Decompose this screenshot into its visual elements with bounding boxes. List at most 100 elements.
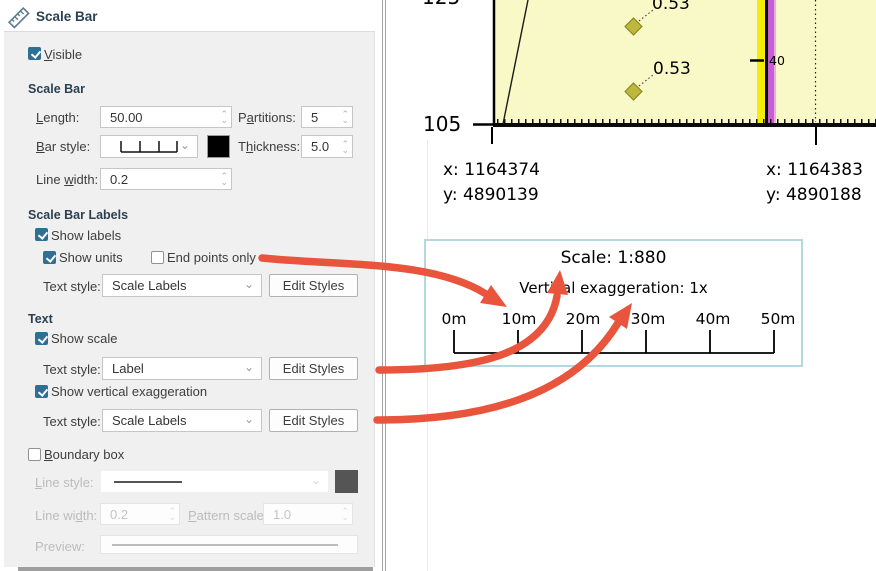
length-label: Length: — [36, 110, 79, 125]
coords-left-y: y: 4890139 — [443, 185, 539, 205]
y-axis-label-top: 125 — [422, 0, 460, 9]
scale-text-style-label: Text style: — [43, 362, 101, 377]
vertical-exaggeration-text: Vertical exaggeration: 1x — [424, 279, 803, 297]
edit-styles-label: Edit Styles — [283, 361, 344, 376]
show-ve-checkbox[interactable] — [35, 385, 48, 398]
visible-label: Visible — [44, 47, 82, 62]
length-value: 50.00 — [110, 110, 143, 125]
line-width-spinner[interactable]: ⌃ ⌄ — [220, 169, 228, 189]
scale-tick-label: 40m — [696, 310, 731, 328]
spinner-down-icon[interactable]: ⌄ — [220, 179, 228, 185]
partitions-spinner[interactable]: ⌃ ⌄ — [341, 107, 349, 127]
check-icon — [37, 333, 47, 344]
partitions-value: 5 — [311, 110, 318, 125]
bar-style-sample — [118, 139, 180, 155]
page-title: Scale Bar — [36, 9, 98, 24]
scale-bar-settings-window: Scale Bar Visible Scale Bar Length: 50.0… — [0, 0, 876, 571]
divider-line — [382, 0, 383, 571]
show-scale-checkbox[interactable] — [35, 332, 48, 345]
labels-edit-styles-button[interactable]: Edit Styles — [269, 274, 358, 297]
text-section-title: Text — [28, 312, 53, 326]
ve-text-style-dropdown[interactable]: Scale Labels ⌄ — [102, 409, 262, 432]
coords-right-y: y: 4890188 — [766, 185, 862, 205]
assay-value-label: 0.53 — [652, 0, 690, 14]
preview-label: Preview: — [35, 539, 85, 554]
ruler-icon — [7, 6, 31, 30]
scale-text-style-value: Label — [112, 361, 144, 376]
pattern-scale-label: Pattern scale: — [188, 508, 268, 523]
pattern-scale-spinner: ⌃ ⌄ — [341, 504, 349, 524]
boundary-line-style-label: Line style: — [35, 475, 94, 490]
length-input[interactable]: 50.00 ⌃ ⌄ — [100, 106, 232, 128]
scale-tick-label: 30m — [631, 310, 666, 328]
visible-checkbox[interactable] — [28, 47, 41, 60]
check-icon — [37, 386, 47, 397]
check-icon — [37, 229, 47, 240]
boundary-line-width-value: 0.2 — [110, 507, 128, 522]
interval-label: 40 — [769, 53, 785, 68]
scale-tick-label: 50m — [761, 310, 796, 328]
line-width-value: 0.2 — [110, 172, 128, 187]
coords-left-x: x: 1164374 — [443, 160, 540, 180]
boundary-line-color-swatch — [335, 470, 358, 493]
show-units-checkbox[interactable] — [43, 251, 56, 264]
bar-style-dropdown[interactable]: ⌄ — [100, 135, 198, 158]
show-units-label: Show units — [59, 250, 123, 265]
show-ve-label: Show vertical exaggeration — [51, 384, 207, 399]
spinner-down-icon: ⌄ — [168, 514, 176, 520]
edit-styles-label: Edit Styles — [283, 278, 344, 293]
boundary-box-checkbox[interactable] — [28, 448, 41, 461]
scale-text: Scale: 1:880 — [424, 248, 803, 268]
pattern-scale-input: 1.0 ⌃ ⌄ — [263, 503, 353, 525]
coords-right-x: x: 1164383 — [766, 160, 863, 180]
scale-tick-label: 20m — [566, 310, 601, 328]
edit-styles-label: Edit Styles — [283, 413, 344, 428]
boundary-line-style-dropdown: ⌄ — [100, 470, 329, 493]
scale-tick-label: 0m — [442, 310, 467, 328]
scale-bar-section-title: Scale Bar — [28, 82, 85, 96]
end-points-only-checkbox[interactable] — [151, 251, 164, 264]
pattern-scale-value: 1.0 — [273, 507, 291, 522]
y-axis-label-bottom: 105 — [423, 112, 461, 136]
boundary-line-width-label: Line width: — [35, 508, 97, 523]
thickness-input[interactable]: 5.0 ⌃ ⌄ — [301, 135, 353, 158]
ve-edit-styles-button[interactable]: Edit Styles — [269, 409, 358, 432]
preview-field — [100, 535, 358, 554]
spinner-down-icon[interactable]: ⌄ — [220, 117, 228, 123]
bar-style-label: Bar style: — [36, 139, 90, 154]
spinner-down-icon[interactable]: ⌄ — [341, 117, 349, 123]
spinner-down-icon: ⌄ — [341, 514, 349, 520]
labels-text-style-dropdown[interactable]: Scale Labels ⌄ — [102, 274, 262, 297]
thickness-value: 5.0 — [311, 139, 329, 154]
boundary-line-width-spinner: ⌃ ⌄ — [168, 504, 176, 524]
line-width-input[interactable]: 0.2 ⌃ ⌄ — [100, 168, 232, 190]
divider-line — [385, 0, 386, 571]
chevron-down-icon: ⌄ — [244, 360, 254, 374]
boundary-box-label: Boundary box — [44, 447, 124, 462]
horizontal-scrollbar[interactable] — [18, 567, 373, 571]
thickness-spinner[interactable]: ⌃ ⌄ — [341, 136, 349, 157]
scale-edit-styles-button[interactable]: Edit Styles — [269, 357, 358, 380]
show-labels-checkbox[interactable] — [35, 228, 48, 241]
labels-text-style-label: Text style: — [43, 279, 101, 294]
length-spinner[interactable]: ⌃ ⌄ — [220, 107, 228, 127]
bar-color-swatch[interactable] — [207, 135, 230, 158]
check-icon — [30, 48, 40, 59]
show-scale-label: Show scale — [51, 331, 117, 346]
assay-value-label: 0.53 — [653, 59, 691, 79]
scale-text-style-dropdown[interactable]: Label ⌄ — [102, 357, 262, 380]
lithology-stripe-yellow — [757, 0, 765, 123]
preview-line-sample — [112, 544, 338, 546]
thickness-label: Thickness: — [238, 139, 300, 154]
ve-text-style-value: Scale Labels — [112, 413, 186, 428]
chevron-down-icon: ⌄ — [244, 277, 254, 291]
end-points-only-label: End points only — [167, 250, 256, 265]
spinner-down-icon[interactable]: ⌄ — [341, 147, 349, 153]
chevron-down-icon: ⌄ — [311, 473, 321, 487]
partitions-input[interactable]: 5 ⌃ ⌄ — [301, 106, 353, 128]
labels-text-style-value: Scale Labels — [112, 278, 186, 293]
chevron-down-icon: ⌄ — [244, 412, 254, 426]
line-width-label: Line width: — [36, 172, 98, 187]
show-labels-label: Show labels — [51, 228, 121, 243]
labels-section-title: Scale Bar Labels — [28, 208, 128, 222]
